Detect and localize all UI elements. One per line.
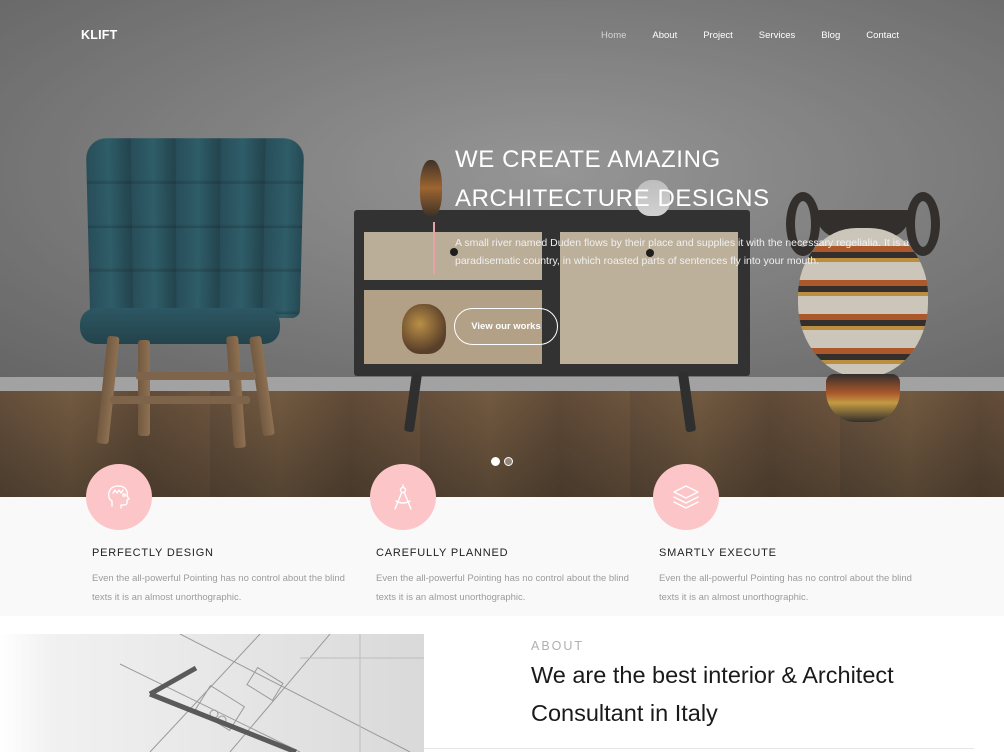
hero-title-line2: ARCHITECTURE DESIGNS [455,185,770,212]
hero-description: A small river named Duden flows by their… [455,235,915,270]
nav-link-about[interactable]: About [652,30,677,41]
slider-dot-2[interactable] [504,457,513,466]
nav-link-contact[interactable]: Contact [866,30,899,41]
about-title: We are the best interior & Architect Con… [531,656,961,732]
feature-text: Even the all-powerful Pointing has no co… [376,569,638,607]
feature-title: PERFECTLY DESIGN [92,547,214,559]
nav-link-project[interactable]: Project [703,30,733,41]
hero-title-line1: WE CREATE AMAZING [455,146,721,173]
feature-title: SMARTLY EXECUTE [659,547,777,559]
feature-title: CAREFULLY PLANNED [376,547,508,559]
compass-icon [370,464,436,530]
nav-link-home[interactable]: Home [601,30,626,41]
feature-text: Even the all-powerful Pointing has no co… [92,569,354,607]
slider-pagination [491,457,513,466]
layers-icon [653,464,719,530]
feature-text: Even the all-powerful Pointing has no co… [659,569,921,607]
navbar: KLIFT Home About Project Services Blog C… [0,0,1004,72]
nav-link-services[interactable]: Services [759,30,795,41]
nav-menu: Home About Project Services Blog Contact [601,30,899,41]
hero-title: WE CREATE AMAZING ARCHITECTURE DESIGNS [455,140,815,218]
features-section: PERFECTLY DESIGN Even the all-powerful P… [0,497,1004,616]
hero-section: KLIFT Home About Project Services Blog C… [0,0,1004,497]
slider-dot-1[interactable] [491,457,500,466]
about-section: ABOUT We are the best interior & Archite… [0,616,1004,752]
idea-head-icon [86,464,152,530]
brand-logo[interactable]: KLIFT [81,28,117,42]
about-blueprint-image [0,634,424,752]
about-divider [424,748,974,749]
hero-accent-line [433,222,435,274]
view-our-works-button[interactable]: View our works [454,308,558,345]
nav-link-blog[interactable]: Blog [821,30,840,41]
about-label: ABOUT [531,639,584,653]
